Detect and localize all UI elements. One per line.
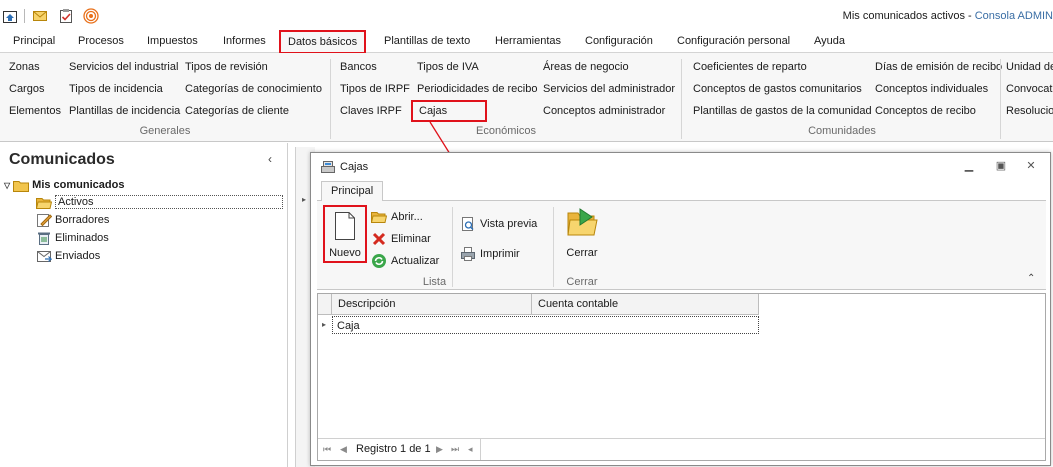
group-divider (452, 207, 453, 287)
close-folder-icon (566, 207, 598, 242)
first-record-icon[interactable]: ⏮ (323, 444, 331, 455)
record-counter: Registro 1 de 1 (356, 443, 431, 455)
restore-icon[interactable]: ▣ (994, 160, 1008, 172)
cash-register-icon (320, 159, 336, 177)
eliminar-button[interactable]: Eliminar (371, 231, 431, 247)
nuevo-button[interactable]: Nuevo (323, 205, 367, 263)
imprimir-button[interactable]: Imprimir (460, 246, 520, 262)
row-indicator-icon: ▸ (322, 320, 327, 329)
eliminar-label: Eliminar (391, 233, 431, 245)
new-document-icon (333, 211, 357, 244)
cajas-dialog: Cajas ▁ ▣ ✕ Principal Nuevo Abrir... Eli… (310, 152, 1051, 466)
refresh-icon (371, 253, 387, 269)
preview-icon (460, 216, 476, 232)
minimize-icon[interactable]: ▁ (962, 160, 976, 172)
cerrar-button[interactable]: Cerrar (557, 207, 607, 259)
collapse-ribbon-icon[interactable]: ⌃ (1027, 273, 1035, 284)
abrir-button[interactable]: Abrir... (371, 209, 423, 225)
open-folder-icon (371, 209, 387, 225)
next-record-icon[interactable]: ▶ (436, 444, 443, 455)
cajas-grid: Descripción Cuenta contable ▸ Caja ⏮ ◀ R… (317, 293, 1046, 461)
cerrar-label: Cerrar (566, 247, 598, 259)
group-caption-lista: Lista (422, 276, 447, 288)
dialog-title: Cajas (340, 161, 369, 173)
dialog-title-bar: Cajas ▁ ▣ ✕ (311, 153, 1050, 179)
printer-icon (460, 246, 476, 262)
dialog-ribbon: Nuevo Abrir... Eliminar Actualizar Vista… (317, 201, 1046, 290)
abrir-label: Abrir... (391, 211, 423, 223)
cell-descripcion[interactable]: Caja (332, 316, 759, 334)
nuevo-label: Nuevo (329, 247, 361, 259)
record-navigator: ⏮ ◀ Registro 1 de 1 ▶ ⏭ ◂ (318, 438, 1045, 460)
group-caption-cerrar: Cerrar (566, 276, 598, 288)
navigator-divider (480, 439, 481, 460)
actualizar-label: Actualizar (391, 255, 440, 267)
group-divider (553, 207, 554, 287)
close-icon[interactable]: ✕ (1024, 160, 1038, 172)
tab-principal[interactable]: Principal (321, 181, 384, 202)
imprimir-label: Imprimir (480, 248, 520, 260)
column-header-descripcion[interactable]: Descripción (332, 294, 532, 315)
previous-record-icon[interactable]: ◀ (340, 444, 347, 455)
scroll-left-icon[interactable]: ◂ (468, 444, 473, 455)
vista-previa-button[interactable]: Vista previa (460, 216, 537, 232)
vista-previa-label: Vista previa (480, 218, 538, 230)
last-record-icon[interactable]: ⏭ (451, 444, 459, 455)
dialog-tabstrip: Principal (317, 179, 1046, 202)
table-row[interactable]: ▸ Caja (318, 315, 759, 335)
grid-corner (318, 294, 332, 315)
delete-icon (371, 231, 387, 247)
column-header-cuenta-contable[interactable]: Cuenta contable (532, 294, 759, 315)
actualizar-button[interactable]: Actualizar (371, 253, 439, 269)
